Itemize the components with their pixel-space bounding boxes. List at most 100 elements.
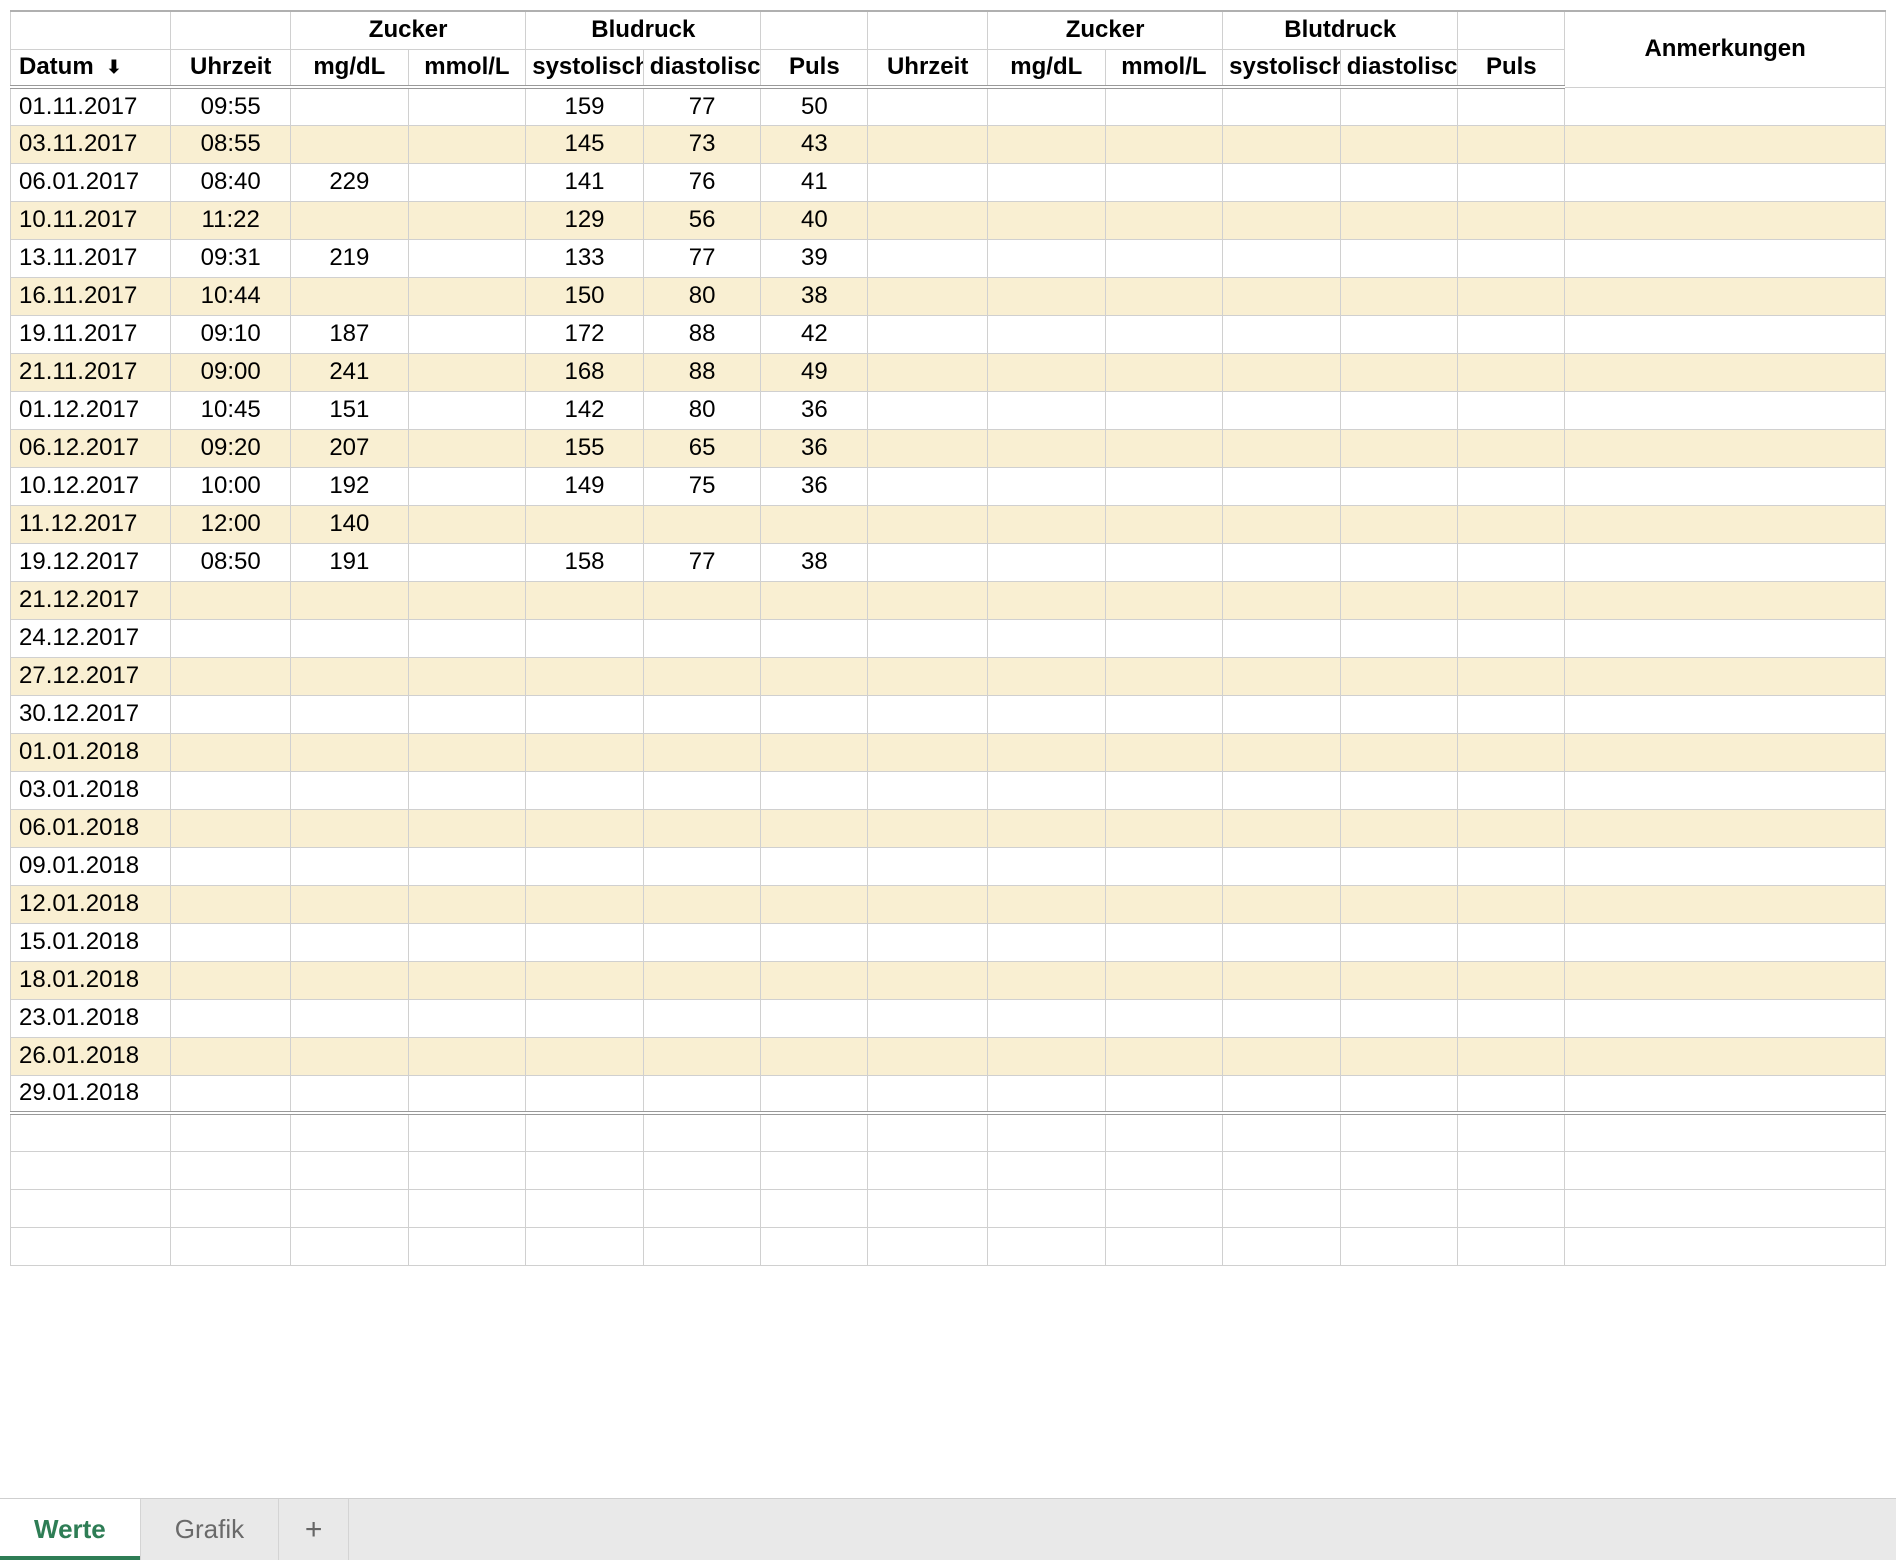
cell-sys1[interactable]: 141	[526, 163, 644, 201]
cell-sys2[interactable]	[1223, 429, 1341, 467]
cell-mgdl1[interactable]: 241	[291, 353, 409, 391]
cell-dia2[interactable]	[1340, 87, 1458, 125]
cell-dia1[interactable]	[643, 999, 761, 1037]
cell-mmoll2[interactable]	[1105, 353, 1223, 391]
cell-mgdl2[interactable]	[988, 771, 1106, 809]
cell-dia2[interactable]	[1340, 163, 1458, 201]
cell-uhrzeit2[interactable]	[868, 543, 988, 581]
cell-puls2[interactable]	[1458, 657, 1565, 695]
cell-uhrzeit1[interactable]: 09:10	[171, 315, 291, 353]
cell-mgdl2[interactable]	[988, 201, 1106, 239]
cell-sys1[interactable]	[526, 581, 644, 619]
cell-sys1[interactable]	[526, 505, 644, 543]
cell-uhrzeit1[interactable]: 08:50	[171, 543, 291, 581]
cell-puls2[interactable]	[1458, 961, 1565, 999]
cell-dia1[interactable]	[643, 505, 761, 543]
cell-datum[interactable]: 15.01.2018	[11, 923, 171, 961]
cell-mgdl1[interactable]	[291, 1037, 409, 1075]
cell-dia2[interactable]	[1340, 657, 1458, 695]
cell-puls1[interactable]: 36	[761, 467, 868, 505]
cell-dia2[interactable]	[1340, 809, 1458, 847]
cell-uhrzeit1[interactable]	[171, 695, 291, 733]
header-mmoll-1[interactable]: mmol/L	[408, 49, 526, 87]
cell-dia1[interactable]: 76	[643, 163, 761, 201]
cell-uhrzeit2[interactable]	[868, 505, 988, 543]
header-blutdruck[interactable]: Blutdruck	[1223, 11, 1458, 49]
cell-mgdl2[interactable]	[988, 543, 1106, 581]
cell-mmoll2[interactable]	[1105, 809, 1223, 847]
cell-dia2[interactable]	[1340, 999, 1458, 1037]
cell-empty[interactable]	[171, 1227, 291, 1265]
cell-dia2[interactable]	[1340, 391, 1458, 429]
cell-mmoll1[interactable]	[408, 391, 526, 429]
cell-uhrzeit2[interactable]	[868, 429, 988, 467]
cell-mmoll1[interactable]	[408, 619, 526, 657]
cell-sys2[interactable]	[1223, 657, 1341, 695]
cell-sys2[interactable]	[1223, 125, 1341, 163]
header-anmerkungen[interactable]: Anmerkungen	[1565, 11, 1886, 87]
cell-mgdl2[interactable]	[988, 429, 1106, 467]
cell-empty[interactable]	[291, 1227, 409, 1265]
cell-sys1[interactable]	[526, 885, 644, 923]
cell-sys1[interactable]	[526, 1037, 644, 1075]
cell-empty[interactable]	[761, 1113, 868, 1151]
cell-dia1[interactable]	[643, 885, 761, 923]
cell-mmoll2[interactable]	[1105, 467, 1223, 505]
cell-puls2[interactable]	[1458, 391, 1565, 429]
cell-dia1[interactable]	[643, 771, 761, 809]
cell-mgdl1[interactable]	[291, 657, 409, 695]
cell-empty[interactable]	[1223, 1113, 1341, 1151]
cell-mmoll1[interactable]	[408, 239, 526, 277]
cell-empty[interactable]	[643, 1113, 761, 1151]
cell-puls2[interactable]	[1458, 277, 1565, 315]
cell-empty[interactable]	[171, 1113, 291, 1151]
cell-mgdl2[interactable]	[988, 923, 1106, 961]
cell-mgdl2[interactable]	[988, 353, 1106, 391]
cell-puls2[interactable]	[1458, 87, 1565, 125]
cell-datum[interactable]: 21.11.2017	[11, 353, 171, 391]
cell-dia1[interactable]: 80	[643, 277, 761, 315]
cell-mmoll1[interactable]	[408, 87, 526, 125]
cell-ann[interactable]	[1565, 353, 1886, 391]
cell-uhrzeit2[interactable]	[868, 163, 988, 201]
cell-ann[interactable]	[1565, 885, 1886, 923]
cell-mgdl1[interactable]: 187	[291, 315, 409, 353]
cell-empty[interactable]	[988, 1227, 1106, 1265]
cell-ann[interactable]	[1565, 277, 1886, 315]
cell-datum[interactable]: 29.01.2018	[11, 1075, 171, 1113]
cell-ann[interactable]	[1565, 467, 1886, 505]
cell-sys2[interactable]	[1223, 847, 1341, 885]
cell-mmoll1[interactable]	[408, 201, 526, 239]
cell-sys2[interactable]	[1223, 467, 1341, 505]
cell-mmoll2[interactable]	[1105, 1075, 1223, 1113]
cell-empty[interactable]	[11, 1189, 171, 1227]
cell-mgdl1[interactable]: 191	[291, 543, 409, 581]
cell-uhrzeit1[interactable]: 12:00	[171, 505, 291, 543]
cell-puls1[interactable]: 36	[761, 391, 868, 429]
cell-sys1[interactable]: 145	[526, 125, 644, 163]
cell-dia1[interactable]	[643, 961, 761, 999]
cell-sys1[interactable]: 149	[526, 467, 644, 505]
cell-uhrzeit1[interactable]	[171, 885, 291, 923]
cell-datum[interactable]: 10.11.2017	[11, 201, 171, 239]
cell-mmoll1[interactable]	[408, 1037, 526, 1075]
cell-mmoll1[interactable]	[408, 467, 526, 505]
cell-sys2[interactable]	[1223, 1037, 1341, 1075]
cell-mmoll2[interactable]	[1105, 885, 1223, 923]
cell-sys2[interactable]	[1223, 923, 1341, 961]
cell-uhrzeit1[interactable]: 10:45	[171, 391, 291, 429]
cell-mmoll1[interactable]	[408, 657, 526, 695]
cell-empty[interactable]	[1458, 1227, 1565, 1265]
cell-dia1[interactable]: 80	[643, 391, 761, 429]
cell-dia2[interactable]	[1340, 771, 1458, 809]
cell-dia1[interactable]	[643, 581, 761, 619]
cell-empty[interactable]	[643, 1151, 761, 1189]
cell-mgdl2[interactable]	[988, 695, 1106, 733]
cell-sys1[interactable]	[526, 771, 644, 809]
cell-mgdl2[interactable]	[988, 657, 1106, 695]
cell-empty[interactable]	[1340, 1113, 1458, 1151]
cell-uhrzeit2[interactable]	[868, 999, 988, 1037]
cell-empty[interactable]	[761, 1151, 868, 1189]
cell-dia1[interactable]: 65	[643, 429, 761, 467]
cell-uhrzeit1[interactable]: 11:22	[171, 201, 291, 239]
